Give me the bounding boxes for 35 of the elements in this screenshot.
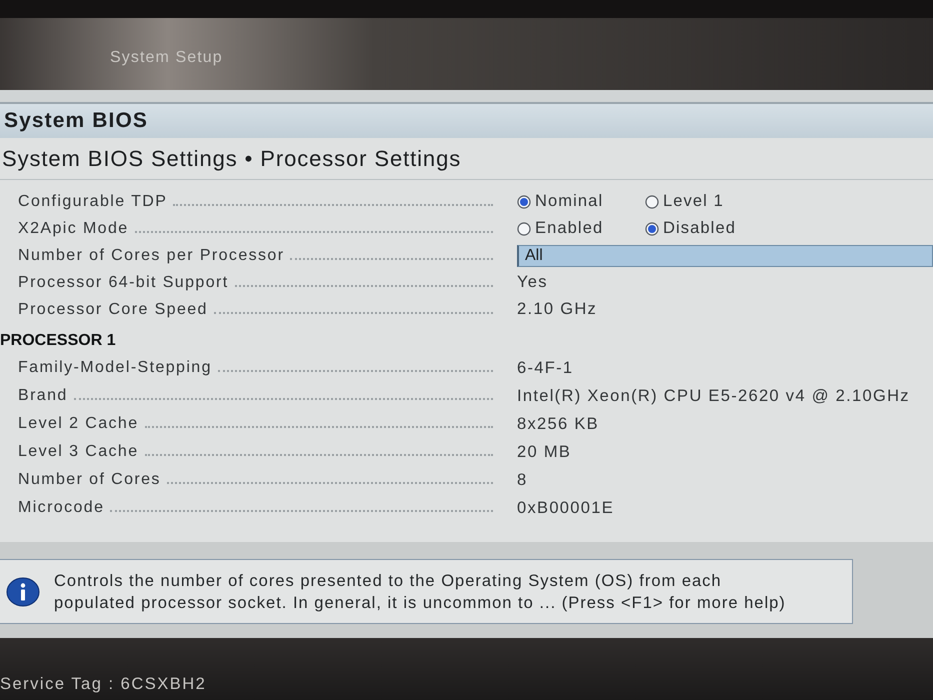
- breadcrumb: System BIOS Settings • Processor Settings: [0, 138, 933, 180]
- info-label: Number of Cores: [18, 471, 161, 489]
- header-title: System Setup: [110, 49, 223, 67]
- help-text: Controls the number of cores presented to the Operating System (OS) from each populated processor socket. In general, it is uncommon to ... (Press <F1> for more help): [54, 570, 787, 614]
- info-label: Level 3 Cache: [18, 443, 138, 461]
- radio-option[interactable]: Disabled: [645, 219, 773, 238]
- info-label: Level 2 Cache: [18, 415, 138, 433]
- radio-option[interactable]: Nominal: [517, 192, 645, 211]
- setting-value: 2.10 GHz: [517, 300, 598, 319]
- info-value: 0xB00001E: [517, 498, 614, 518]
- service-tag: Service Tag : 6CSXBH2: [0, 675, 206, 694]
- setting-label: Number of Cores per Processor: [18, 246, 284, 264]
- setting-label: Configurable TDP: [18, 192, 168, 210]
- info-value: 6-4F-1: [517, 358, 574, 378]
- info-value: 20 MB: [517, 442, 572, 462]
- radio-icon[interactable]: [645, 222, 659, 236]
- setting-label: Processor Core Speed: [18, 300, 208, 318]
- radio-icon[interactable]: [645, 194, 659, 208]
- dropdown-field[interactable]: All: [517, 244, 933, 266]
- info-value: 8x256 KB: [517, 414, 599, 434]
- radio-icon[interactable]: [517, 194, 531, 208]
- setting-label: Processor 64-bit Support: [18, 274, 229, 292]
- page-title: System BIOS: [4, 109, 148, 133]
- radio-icon[interactable]: [517, 222, 531, 236]
- setting-label: X2Apic Mode: [18, 220, 129, 238]
- info-icon: [6, 576, 40, 606]
- section-heading: PROCESSOR 1: [0, 330, 117, 350]
- info-label: Microcode: [18, 499, 104, 517]
- radio-option[interactable]: Enabled: [517, 219, 645, 238]
- setting-value: Yes: [517, 273, 548, 292]
- info-value: Intel(R) Xeon(R) CPU E5-2620 v4 @ 2.10GHz: [517, 386, 910, 406]
- info-label: Brand: [18, 387, 68, 405]
- info-value: 8: [517, 470, 528, 490]
- info-label: Family-Model-Stepping: [18, 359, 212, 377]
- radio-option[interactable]: Level 1: [645, 192, 773, 211]
